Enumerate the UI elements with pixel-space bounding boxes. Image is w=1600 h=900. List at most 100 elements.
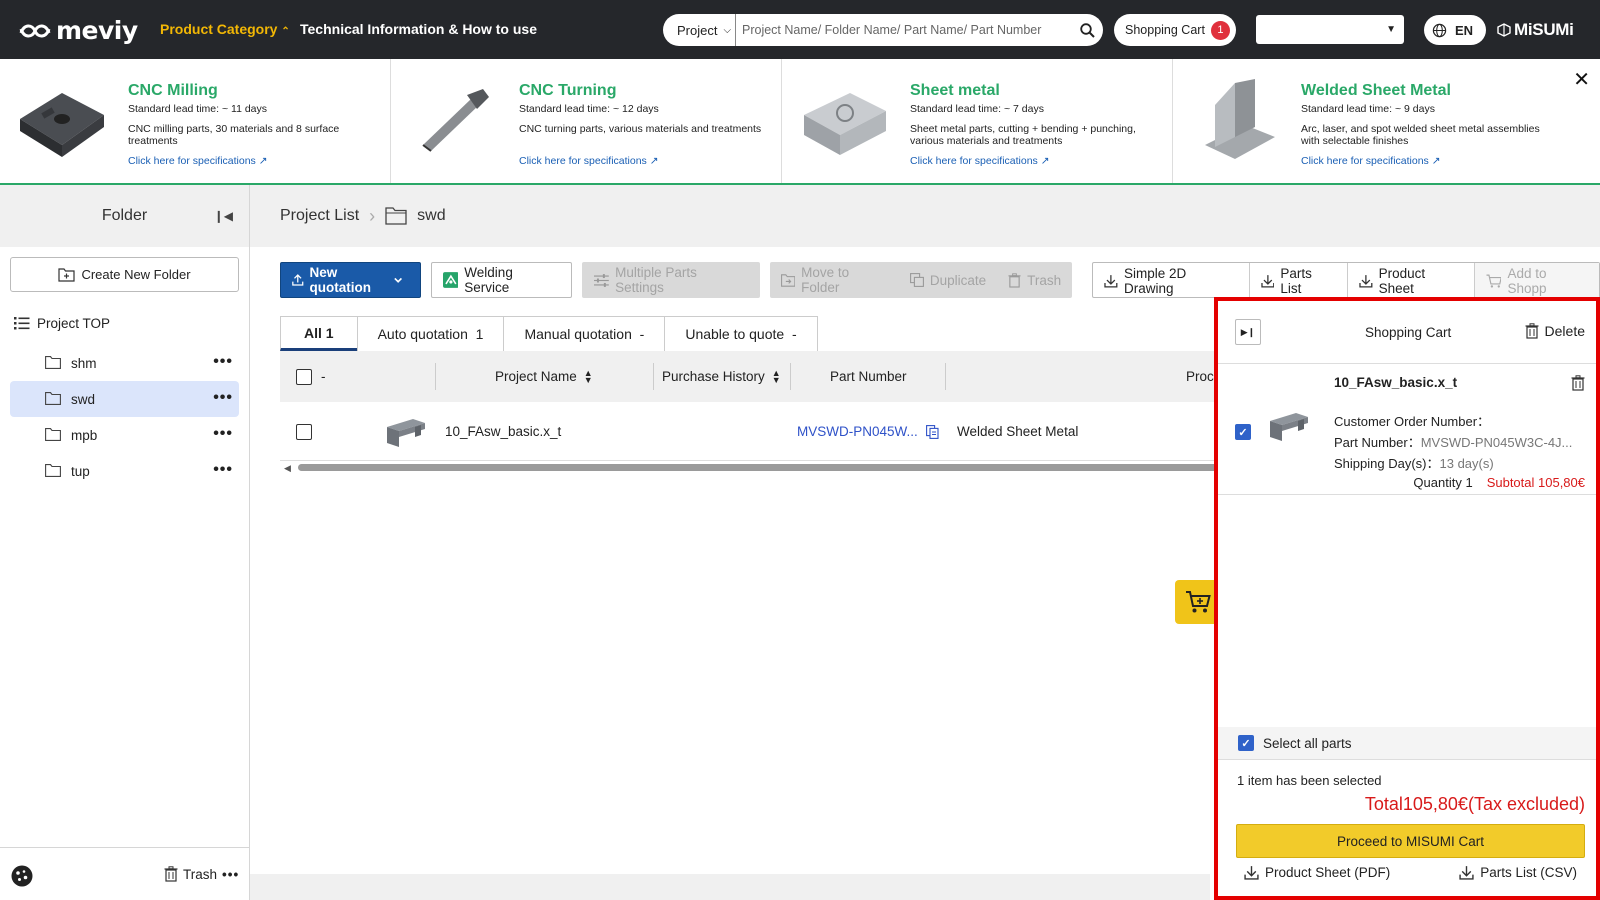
simple-2d-drawing-button[interactable]: Simple 2D Drawing [1093,263,1250,299]
trash-link[interactable]: Trash ••• [164,866,239,882]
meviy-logo[interactable]: meviy [18,16,138,45]
sidebar-item-swd[interactable]: swd ••• [10,381,239,417]
column-purchase-history[interactable]: Purchase History ▲ ▼ [662,351,781,402]
account-select[interactable]: ▼ [1256,15,1404,44]
product-sheet-button[interactable]: Product Sheet [1348,263,1475,299]
table-row[interactable]: 10_FAsw_basic.x_t MVSWD-PN045W... Welded… [280,402,1215,461]
row-checkbox[interactable] [296,423,312,440]
trash-icon[interactable] [1571,375,1585,391]
select-all-checkbox[interactable] [296,368,312,385]
add-to-cart-button[interactable]: Add to Shopp [1474,263,1599,299]
trash-icon [164,866,178,882]
sidebar-item-tup[interactable]: tup ••• [10,453,239,489]
category-welded-sheet-metal[interactable]: Welded Sheet Metal Standard lead time: ~… [1173,59,1564,183]
search-input[interactable] [736,15,1071,45]
column-project-name[interactable]: Project Name ▲ ▼ [495,351,593,402]
sidebar-item-shm[interactable]: shm ••• [10,345,239,381]
sidebar-item-mpb[interactable]: mpb ••• [10,417,239,453]
select-label: - [321,369,326,384]
trash-button[interactable]: Trash [997,262,1072,298]
product-category-menu[interactable]: Product Category ⌃ [160,21,290,37]
specifications-link[interactable]: Click here for specifications ↗ [128,155,268,167]
welding-service-button[interactable]: Welding Service [430,262,573,298]
category-sheet-metal[interactable]: Sheet metal Standard lead time: ~ 7 days… [782,59,1173,183]
shopping-cart-button[interactable]: Shopping Cart 1 [1114,14,1236,46]
simple-2d-label: Simple 2D Drawing [1123,266,1187,296]
delete-button[interactable]: Delete [1525,323,1585,339]
folder-icon [45,392,61,405]
tab-count: - [639,326,645,342]
part-number-cell: MVSWD-PN045W... [797,402,939,461]
duplicate-label: Duplicate [929,272,987,288]
table-header: - Project Name ▲ ▼ Purchase History ▲ ▼ Pa… [280,351,1215,402]
copy-icon[interactable] [925,424,939,439]
proceed-to-misumi-cart-button[interactable]: Proceed to MISUMI Cart [1236,824,1585,858]
select-all-checkbox[interactable]: ✓ [1238,735,1254,751]
specifications-link[interactable]: Click here for specifications ↗ [1301,155,1441,167]
cart-icon [1185,591,1211,613]
sort-icon: ▲ ▼ [771,367,781,385]
move-to-folder-button[interactable]: Move to Folder [770,262,899,298]
more-options-icon[interactable]: ••• [222,867,239,882]
chevron-up-icon: ⌃ [281,26,290,37]
tab-label: Manual quotation [524,326,632,342]
part-thumbnail-image [387,418,425,447]
process-cell: Welded Sheet Metal [957,424,1079,439]
upload-icon [292,274,304,286]
external-link-icon: ↗ [1431,155,1441,167]
more-options-icon[interactable]: ••• [213,425,233,443]
misumi-logo[interactable]: MiSUMi [1497,20,1574,40]
footer-strip [250,874,1210,900]
part-number-link[interactable]: MVSWD-PN045W... [797,424,918,439]
tab-all[interactable]: All 1 [280,316,358,351]
parts-list-button[interactable]: Parts List [1250,263,1348,299]
tab-unable-to-quote[interactable]: Unable to quote - [664,316,818,351]
search-scope-select[interactable]: Project ⌵ [663,14,736,46]
category-description: Arc, laser, and spot welded sheet metal … [1301,123,1540,147]
folder-name: tup [71,463,90,479]
globe-icon [1432,23,1447,37]
part-thumbnail[interactable] [385,402,427,461]
category-cnc-milling[interactable]: CNC Milling Standard lead time: ~ 11 day… [0,59,391,183]
duplicate-icon [909,273,924,287]
trash-label: Trash [1027,272,1062,288]
logo-text: meviy [56,16,138,45]
technical-info-link[interactable]: Technical Information & How to use [300,21,537,37]
specifications-link[interactable]: Click here for specifications ↗ [519,155,659,167]
search-bar: Project ⌵ [663,14,1103,46]
category-cnc-turning[interactable]: CNC Turning Standard lead time: ~ 12 day… [391,59,782,183]
new-quotation-button[interactable]: New quotation [280,262,421,298]
scrollbar-thumb[interactable] [298,464,1240,471]
category-lead-time: Standard lead time: ~ 11 days [128,103,268,115]
select-all-parts[interactable]: ✓ Select all parts [1215,727,1599,760]
collapse-panel-icon[interactable]: ▶❙ [1235,319,1261,345]
project-name-cell[interactable]: 10_FAsw_basic.x_t [445,402,561,461]
misumi-text: MiSUMi [1514,20,1574,39]
multiple-parts-settings-button[interactable]: Multiple Parts Settings [582,262,760,298]
search-icon[interactable] [1071,22,1103,38]
parts-list-csv-button[interactable]: Parts List (CSV) [1459,865,1577,880]
more-options-icon[interactable]: ••• [213,353,233,371]
breadcrumb-project-list[interactable]: Project List [280,207,359,225]
collapse-sidebar-icon[interactable]: ❙◀ [214,209,233,223]
close-icon[interactable]: ✕ [1573,67,1590,92]
welding-icon [442,272,459,288]
tab-manual-quotation[interactable]: Manual quotation - [503,316,666,351]
create-new-folder-button[interactable]: Create New Folder [10,257,239,292]
project-top-link[interactable]: Project TOP [14,316,110,331]
specifications-link-label: Click here for specifications [910,155,1038,167]
horizontal-scrollbar[interactable]: ◀ [280,461,1240,474]
language-selector[interactable]: EN [1424,15,1486,45]
duplicate-button[interactable]: Duplicate [899,262,997,298]
tab-auto-quotation[interactable]: Auto quotation 1 [356,316,505,351]
product-sheet-pdf-button[interactable]: Product Sheet (PDF) [1244,865,1390,880]
breadcrumb: Project List › swd [250,185,1600,247]
cookie-icon[interactable] [11,865,33,887]
specifications-link[interactable]: Click here for specifications ↗ [910,155,1050,167]
cart-item-checkbox[interactable]: ✓ [1235,424,1251,440]
cart-panel-title: Shopping Cart [1365,325,1452,340]
more-options-icon[interactable]: ••• [213,461,233,479]
scroll-left-icon[interactable]: ◀ [284,463,291,474]
more-options-icon[interactable]: ••• [213,389,233,407]
multiple-parts-label: Multiple Parts Settings [615,265,697,295]
